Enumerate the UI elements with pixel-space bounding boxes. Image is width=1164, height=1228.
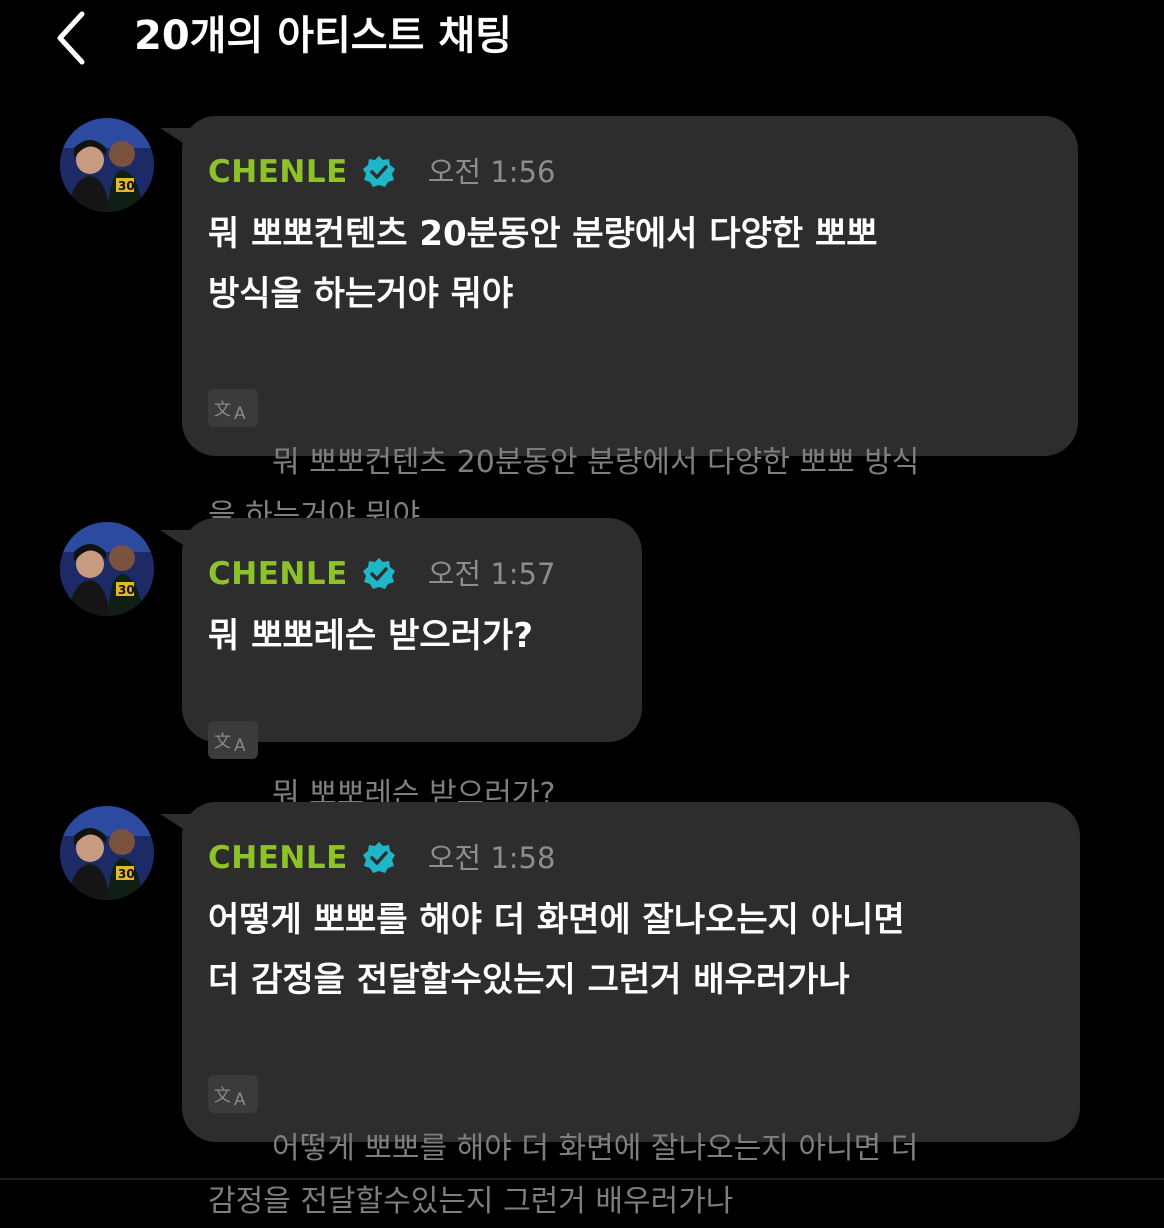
page-title: 20개의 아티스트 채팅 xyxy=(134,13,512,59)
message-header: CHENLE 오전 1:56 xyxy=(208,150,1050,194)
message-header: CHENLE 오전 1:58 xyxy=(208,836,1052,880)
artist-name[interactable]: CHENLE xyxy=(208,150,348,194)
verified-badge-icon xyxy=(362,155,396,189)
svg-text:文: 文 xyxy=(214,732,231,752)
svg-text:30: 30 xyxy=(118,583,135,597)
bottom-divider xyxy=(0,1178,1164,1180)
message-bubble: CHENLE 오전 1:58 어떻게 뽀뽀를 해야 더 화면에 잘나오는지 아니… xyxy=(182,802,1080,1219)
svg-text:A: A xyxy=(234,1090,246,1109)
avatar[interactable]: 30 xyxy=(60,806,154,900)
top-bar: 20개의 아티스트 채팅 xyxy=(0,0,1164,80)
message-text: 뭐 뽀뽀레슨 받으러가? xyxy=(208,616,533,656)
message-translation: 文 A 뭐 뽀뽀컨텐츠 20분동안 분량에서 다양한 뽀뽀 방식 을 하는거야 … xyxy=(208,336,1050,542)
message-timestamp: 오전 1:57 xyxy=(427,557,556,591)
artist-name[interactable]: CHENLE xyxy=(208,552,348,596)
message-text: 어떻게 뽀뽀를 해야 더 화면에 잘나오는지 아니면 더 감정을 전달할수있는지… xyxy=(208,900,905,1000)
svg-text:A: A xyxy=(234,736,246,755)
artist-name[interactable]: CHENLE xyxy=(208,836,348,880)
svg-text:文: 文 xyxy=(214,1086,231,1106)
svg-text:文: 文 xyxy=(214,400,231,420)
avatar[interactable]: 30 xyxy=(60,522,154,616)
translation-text: 어떻게 뽀뽀를 해야 더 화면에 잘나오는지 아니면 더 감정을 전달할수있는지… xyxy=(208,1131,919,1219)
verified-badge-icon xyxy=(362,841,396,875)
message-bubble: CHENLE 오전 1:56 뭐 뽀뽀컨텐츠 20분동안 분량에서 다양한 뽀뽀… xyxy=(182,116,1078,533)
chevron-left-icon xyxy=(57,11,85,65)
avatar[interactable]: 30 xyxy=(60,118,154,212)
verified-badge-icon xyxy=(362,557,396,591)
message-bubble: CHENLE 오전 1:57 뭐 뽀뽀레슨 받으러가? 文 A 뭐 뽀뽀레슨 받… xyxy=(182,518,642,812)
translate-icon[interactable]: 文 A xyxy=(208,721,258,759)
message-header: CHENLE 오전 1:57 xyxy=(208,552,614,596)
message-translation: 文 A 어떻게 뽀뽀를 해야 더 화면에 잘나오는지 아니면 더 감정을 전달할… xyxy=(208,1022,1052,1228)
message-translation: 文 A 뭐 뽀뽀레슨 받으러가? xyxy=(208,668,614,821)
svg-text:A: A xyxy=(234,404,246,423)
back-button[interactable] xyxy=(44,6,104,66)
translate-icon[interactable]: 文 A xyxy=(208,1075,258,1113)
message-timestamp: 오전 1:56 xyxy=(427,155,556,189)
message-text: 뭐 뽀뽀컨텐츠 20분동안 분량에서 다양한 뽀뽀 방식을 하는거야 뭐야 xyxy=(208,214,878,314)
svg-text:30: 30 xyxy=(118,179,135,193)
svg-text:30: 30 xyxy=(118,867,135,881)
message-timestamp: 오전 1:58 xyxy=(427,841,556,875)
translate-icon[interactable]: 文 A xyxy=(208,389,258,427)
